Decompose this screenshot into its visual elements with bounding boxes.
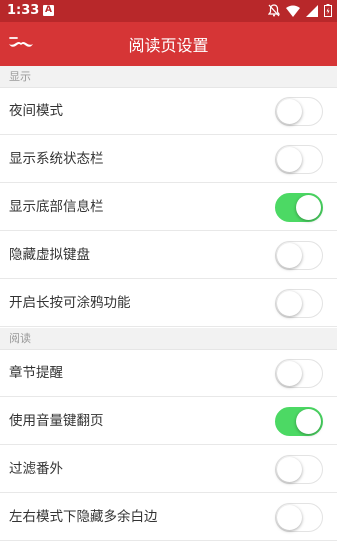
- setting-row-volume-key-paging[interactable]: 使用音量键翻页: [0, 398, 337, 445]
- volume-key-paging-toggle[interactable]: [275, 407, 323, 436]
- setting-row-filter-extras[interactable]: 过滤番外: [0, 446, 337, 493]
- setting-label: 过滤番外: [9, 461, 63, 477]
- show-bottom-info-toggle[interactable]: [275, 193, 323, 222]
- setting-row-night-mode[interactable]: 夜间模式: [0, 88, 337, 135]
- setting-label: 使用音量键翻页: [9, 413, 104, 429]
- show-status-bar-toggle[interactable]: [275, 145, 323, 174]
- toggle-knob: [277, 505, 302, 530]
- night-mode-toggle[interactable]: [275, 97, 323, 126]
- setting-row-chapter-reminder[interactable]: 章节提醒: [0, 350, 337, 397]
- setting-label: 左右模式下隐藏多余白边: [9, 509, 158, 525]
- toggle-knob: [277, 147, 302, 172]
- setting-label: 夜间模式: [9, 103, 63, 119]
- setting-row-hide-white-margins[interactable]: 左右模式下隐藏多余白边: [0, 494, 337, 541]
- back-button[interactable]: [6, 32, 36, 56]
- long-press-doodle-toggle[interactable]: [275, 289, 323, 318]
- setting-label: 显示底部信息栏: [9, 199, 104, 215]
- setting-row-show-bottom-info[interactable]: 显示底部信息栏: [0, 184, 337, 231]
- toggle-knob: [277, 361, 302, 386]
- status-time: 1:33: [7, 3, 40, 18]
- setting-label: 显示系统状态栏: [9, 151, 104, 167]
- filter-extras-toggle[interactable]: [275, 455, 323, 484]
- setting-row-show-status-bar[interactable]: 显示系统状态栏: [0, 136, 337, 183]
- hide-white-margins-toggle[interactable]: [275, 503, 323, 532]
- page-title: 阅读页设置: [128, 36, 209, 55]
- app-bar: 阅读页设置: [0, 22, 337, 66]
- chapter-reminder-toggle[interactable]: [275, 359, 323, 388]
- status-icons: [268, 4, 332, 17]
- toggle-knob: [277, 291, 302, 316]
- toggle-knob: [296, 195, 321, 220]
- wifi-icon: [286, 5, 300, 17]
- status-bar: 1:33 A: [0, 0, 337, 22]
- toggle-knob: [277, 99, 302, 124]
- setting-row-long-press-doodle[interactable]: 开启长按可涂鸦功能: [0, 280, 337, 327]
- mute-icon: [268, 4, 280, 17]
- signal-icon: [306, 4, 318, 17]
- setting-label: 章节提醒: [9, 365, 63, 381]
- setting-row-hide-virtual-keyboard[interactable]: 隐藏虚拟键盘: [0, 232, 337, 279]
- toggle-knob: [296, 409, 321, 434]
- section-header-reading: 阅读: [0, 328, 337, 350]
- toggle-knob: [277, 457, 302, 482]
- setting-label: 隐藏虚拟键盘: [9, 247, 90, 263]
- mustache-back-icon: [9, 37, 33, 47]
- hide-virtual-keyboard-toggle[interactable]: [275, 241, 323, 270]
- toggle-knob: [277, 243, 302, 268]
- section-header-display: 显示: [0, 66, 337, 88]
- notification-icon: A: [43, 5, 54, 16]
- battery-icon: [324, 4, 332, 17]
- setting-label: 开启长按可涂鸦功能: [9, 295, 131, 311]
